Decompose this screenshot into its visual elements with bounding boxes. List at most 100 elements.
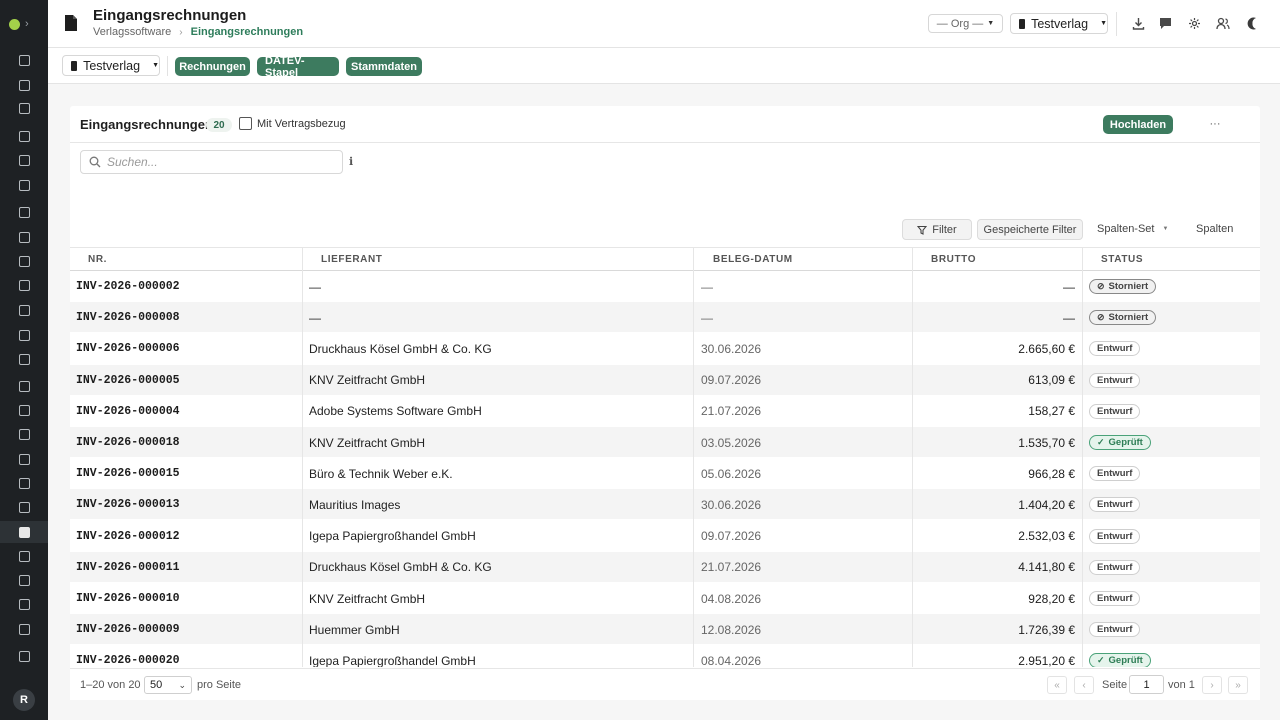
cell-beleg-datum: — xyxy=(701,279,713,294)
sidebar-item[interactable] xyxy=(0,521,48,543)
saved-filter-button[interactable]: Gespeicherte Filter xyxy=(977,219,1083,240)
sidebar-item[interactable] xyxy=(0,125,48,147)
status-badge: Entwurf xyxy=(1089,528,1141,544)
users-icon[interactable] xyxy=(1216,16,1230,30)
filter-button[interactable]: Filter xyxy=(902,219,972,240)
tab-stammdaten[interactable]: Stammdaten xyxy=(346,57,422,76)
cell-brutto: 4.141,80 € xyxy=(1018,560,1075,575)
sidebar-item[interactable] xyxy=(0,348,48,370)
sidebar-item[interactable] xyxy=(0,496,48,518)
search-field[interactable] xyxy=(80,150,343,174)
sidebar-item[interactable] xyxy=(0,645,48,667)
sidebar-item[interactable] xyxy=(0,274,48,296)
cell-status: Entwurf xyxy=(1089,489,1141,520)
check-icon: ✓ xyxy=(1097,437,1105,447)
sidebar-item[interactable] xyxy=(0,545,48,567)
app-logo[interactable]: › xyxy=(9,16,39,32)
sidebar-item[interactable] xyxy=(0,49,48,71)
sidebar-item[interactable] xyxy=(0,324,48,346)
status-badge: Entwurf xyxy=(1089,497,1141,513)
user-avatar[interactable]: R xyxy=(13,689,35,711)
cell-nr: INV-2026-000012 xyxy=(76,529,180,543)
per-page-select[interactable]: 50 ⌄ xyxy=(144,676,192,694)
cell-lieferant: Büro & Technik Weber e.K. xyxy=(309,466,453,481)
column-header-nr[interactable]: Nr. xyxy=(88,248,107,271)
upload-button[interactable]: Hochladen xyxy=(1103,115,1173,134)
cell-brutto: 2.951,20 € xyxy=(1018,653,1075,667)
verlag-select[interactable]: Testverlag ▼ xyxy=(1010,13,1108,34)
status-badge-label: Entwurf xyxy=(1097,405,1133,417)
column-header-status[interactable]: Status xyxy=(1101,248,1143,271)
page-input[interactable]: 1 xyxy=(1129,675,1164,694)
org-select-value: — Org — xyxy=(936,17,984,30)
vertragsbezug-label[interactable]: Mit Vertragsbezug xyxy=(257,118,346,130)
column-header-lieferant[interactable]: Lieferant xyxy=(321,248,383,271)
send-icon xyxy=(18,179,30,191)
sidebar-item[interactable] xyxy=(0,299,48,321)
count-badge: 20 xyxy=(206,118,232,132)
status-badge: ⊘ Storniert xyxy=(1089,310,1157,326)
cell-brutto: 2.665,60 € xyxy=(1018,341,1075,356)
org-select[interactable]: — Org — ▼ xyxy=(928,14,1003,33)
caret-down-icon: ▼ xyxy=(1162,226,1169,232)
first-page-button[interactable]: « xyxy=(1047,676,1067,694)
column-divider xyxy=(1082,247,1083,667)
circle-icon xyxy=(18,404,30,416)
breadcrumb-item-verlagssoftware[interactable]: Verlagssoftware xyxy=(93,26,171,38)
library-icon xyxy=(18,231,30,243)
sidebar-item[interactable] xyxy=(0,593,48,615)
comment-icon[interactable] xyxy=(1158,16,1172,30)
cancel-circle-icon: ⊘ xyxy=(1097,281,1105,291)
sidebar-item[interactable] xyxy=(0,423,48,445)
status-badge: Entwurf xyxy=(1089,466,1141,482)
toolbar-verlag-select-value: Testverlag xyxy=(83,58,141,73)
column-set-dropdown[interactable]: Spalten-Set ▼ xyxy=(1097,223,1168,235)
status-badge-label: Geprüft xyxy=(1108,655,1143,667)
shield-icon xyxy=(18,650,30,662)
sidebar-item[interactable] xyxy=(0,201,48,223)
status-badge-label: Storniert xyxy=(1108,281,1149,292)
breadcrumb-item-current[interactable]: Eingangsrechnungen xyxy=(191,26,303,38)
columns-button[interactable]: Spalten xyxy=(1196,223,1233,235)
sidebar-item[interactable] xyxy=(0,448,48,470)
tab-rechnungen[interactable]: Rechnungen xyxy=(175,57,250,76)
cell-beleg-datum: 09.07.2026 xyxy=(701,529,762,544)
sidebar-item[interactable] xyxy=(0,399,48,421)
per-page-value: 50 xyxy=(150,679,163,691)
last-page-button[interactable]: » xyxy=(1228,676,1248,694)
status-badge-label: Entwurf xyxy=(1097,468,1133,480)
sidebar-item[interactable] xyxy=(0,226,48,248)
status-badge-label: Entwurf xyxy=(1097,624,1133,636)
caret-down-icon: ▼ xyxy=(152,62,159,69)
next-page-button[interactable]: › xyxy=(1202,676,1222,694)
tools-icon[interactable] xyxy=(1187,16,1201,30)
download-icon[interactable] xyxy=(1131,16,1145,30)
sidebar-item[interactable] xyxy=(0,74,48,96)
moon-icon[interactable] xyxy=(1246,16,1260,30)
sidebar-item[interactable] xyxy=(0,618,48,640)
more-menu-icon[interactable]: ··· xyxy=(1207,116,1223,132)
status-badge: ⊘ Storniert xyxy=(1089,279,1157,294)
vertragsbezug-checkbox[interactable] xyxy=(239,117,252,130)
toolbar-verlag-select[interactable]: Testverlag ▼ xyxy=(62,55,160,76)
sidebar-item[interactable] xyxy=(0,375,48,397)
sidebar-item[interactable] xyxy=(0,97,48,119)
info-icon[interactable]: ℹ xyxy=(349,155,353,168)
search-input[interactable] xyxy=(107,155,327,169)
cell-beleg-datum: 03.05.2026 xyxy=(701,435,762,450)
sidebar-item[interactable] xyxy=(0,149,48,171)
cell-lieferant: KNV Zeitfracht GmbH xyxy=(309,435,426,450)
status-badge-label: Entwurf xyxy=(1097,561,1133,573)
sidebar-item[interactable] xyxy=(0,472,48,494)
cell-nr: INV-2026-000004 xyxy=(76,404,180,418)
column-header-beleg-datum[interactable]: Beleg-Datum xyxy=(713,248,793,271)
prev-page-button[interactable]: ‹ xyxy=(1074,676,1094,694)
sidebar-item[interactable] xyxy=(0,250,48,272)
image-icon xyxy=(18,255,30,267)
cell-brutto: 966,28 € xyxy=(1028,466,1075,481)
tab-datev-stapel[interactable]: DATEV-Stapel xyxy=(257,55,339,79)
sidebar-item[interactable] xyxy=(0,569,48,591)
column-header-brutto[interactable]: Brutto xyxy=(931,248,976,271)
chevron-down-icon: ⌄ xyxy=(178,679,186,690)
sidebar-item[interactable] xyxy=(0,174,48,196)
